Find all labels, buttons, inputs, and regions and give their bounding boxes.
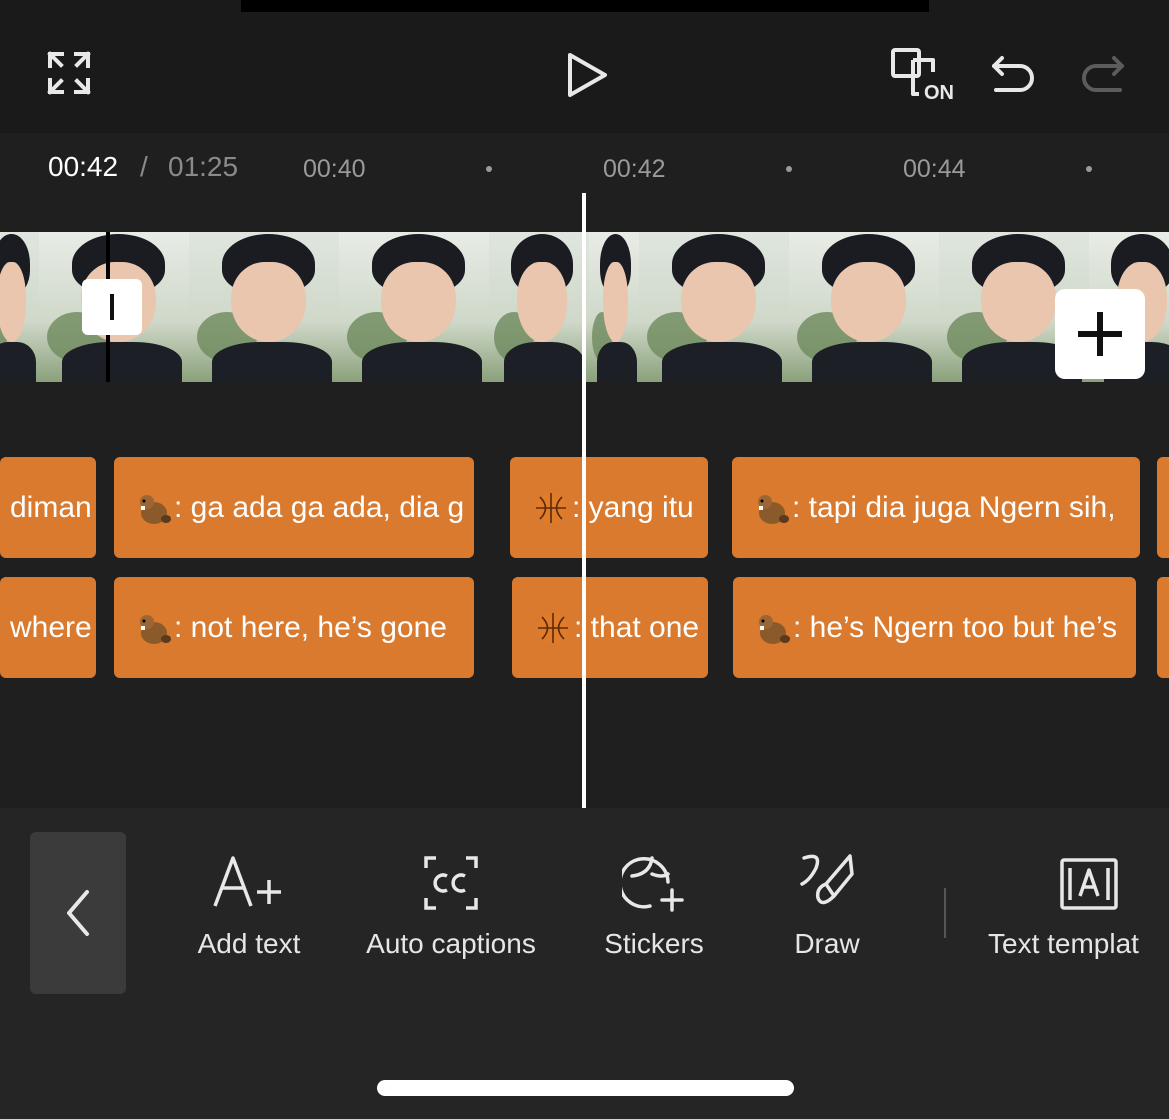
tick-label: 00:42 [603,155,666,183]
text-clip-label: : not here, he’s gone [174,610,447,644]
text-clip[interactable]: : ga ada ga ada, dia g [114,457,474,558]
auto-captions-button[interactable]: Auto captions [346,848,556,960]
text-clip-label: : that one [574,610,700,644]
time-separator: / [140,151,148,182]
tick-dot [786,166,792,172]
undo-icon[interactable] [990,54,1036,94]
tool-label: Draw [794,928,860,959]
tick-label: 00:44 [903,155,966,183]
expand-icon[interactable] [46,50,92,96]
top-control-bar: ON [0,12,1169,133]
basketball-icon [536,611,572,645]
tool-label: Text templat [988,928,1139,959]
stickers-button[interactable]: Stickers [586,848,722,960]
video-thumbnail [0,232,39,382]
redo-icon[interactable] [1080,54,1126,94]
toolbar-divider [944,888,946,938]
draw-icon [800,854,854,905]
text-clip[interactable]: : that one [512,577,708,678]
video-thumbnail [339,232,489,382]
auto-captions-icon [424,856,478,910]
preview-toggle-button[interactable]: ON [889,46,959,108]
video-preview-edge [241,0,929,12]
tool-label: Stickers [604,928,704,959]
video-thumbnail [189,232,339,382]
text-clip-label: : tapi dia juga Ngern sih, [792,490,1116,524]
basketball-icon [534,491,570,525]
current-time: 00:42 [48,151,119,182]
text-clip[interactable]: diman [0,457,96,558]
beaver-icon [755,611,791,645]
chevron-left-icon [67,890,89,936]
text-template-button[interactable]: Text templat [988,848,1169,960]
text-clip[interactable] [1157,457,1169,558]
text-clip[interactable]: : yang itu [510,457,708,558]
tick-dot [486,166,492,172]
text-clip-label: : he’s Ngern too but he’s [793,610,1118,644]
text-template-icon [1060,858,1118,910]
text-clip-label: : yang itu [572,490,694,524]
plus-icon [1078,312,1122,356]
text-clip[interactable] [1157,577,1169,678]
video-thumbnail [789,232,939,382]
text-clip[interactable]: : he’s Ngern too but he’s [733,577,1136,678]
draw-button[interactable]: Draw [776,848,878,960]
video-thumbnail [589,232,639,382]
bottom-toolbar: Add text Auto captions Stickers Draw Tex… [0,808,1169,1119]
tool-label: Auto captions [366,928,536,959]
text-clip-label: where [10,610,92,644]
beaver-icon [136,611,172,645]
text-clip[interactable]: : tapi dia juga Ngern sih, [732,457,1140,558]
beaver-icon [136,491,172,525]
add-text-icon [213,856,281,907]
play-icon[interactable] [562,50,612,100]
home-indicator [377,1080,794,1096]
add-text-button[interactable]: Add text [176,848,322,960]
stickers-icon [622,856,684,912]
back-button[interactable] [30,832,126,994]
tool-label: Add text [197,928,301,959]
transition-button[interactable] [82,279,142,335]
text-clip-label: diman [10,490,92,524]
text-clip-label: : ga ada ga ada, dia g [174,490,465,524]
playhead[interactable] [582,193,586,808]
preview-toggle-label: ON [924,82,954,104]
total-duration: 01:25 [168,151,239,182]
beaver-icon [754,491,790,525]
video-thumbnail [639,232,789,382]
text-clip[interactable]: where [0,577,96,678]
text-clip[interactable]: : not here, he’s gone [114,577,474,678]
add-clip-button[interactable] [1055,289,1145,379]
video-thumbnail [489,232,589,382]
tick-dot [1086,166,1092,172]
tick-label: 00:40 [303,155,366,183]
